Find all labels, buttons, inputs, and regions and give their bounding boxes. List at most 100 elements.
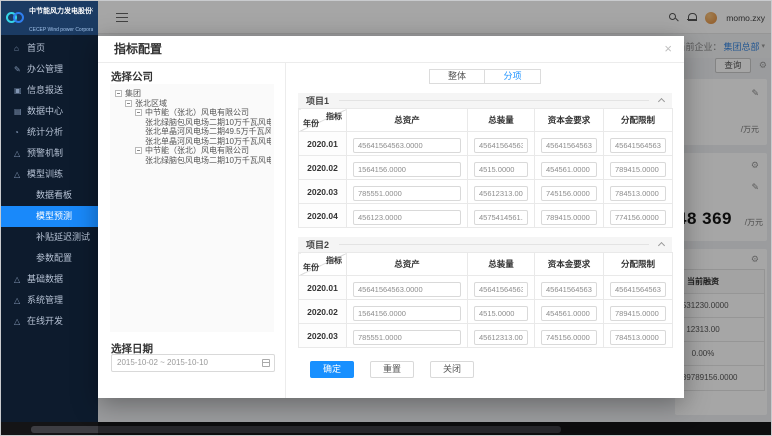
indicator-input[interactable] [353, 209, 461, 225]
sidebar-item-system-mgmt[interactable]: △ 系统管理 [1, 290, 98, 311]
reset-button[interactable]: 重置 [370, 361, 414, 378]
tree-node[interactable]: 集团 [113, 89, 271, 99]
tree-toggle-icon[interactable] [135, 109, 142, 117]
tree-node[interactable]: 张北绿脑包风电场二期10万千瓦风电厂项目 [113, 156, 271, 166]
indicator-input[interactable] [353, 137, 461, 153]
tree-node-label: 张北单晶河风电场二期10万千瓦风电厂项目 [145, 136, 271, 146]
indicator-input[interactable] [474, 281, 528, 297]
indicator-input[interactable] [353, 185, 461, 201]
indicator-input[interactable] [474, 305, 528, 321]
indicator-input[interactable] [541, 329, 597, 345]
indicator-input[interactable] [610, 185, 666, 201]
tree-node[interactable]: 中节能（张北）风电有限公司 [113, 146, 271, 156]
value-cell [534, 131, 604, 156]
indicator-input[interactable] [610, 281, 666, 297]
indicator-input[interactable] [610, 137, 666, 153]
sidebar-item-online-dev[interactable]: △ 在线开发 [1, 311, 98, 332]
value-cell [534, 203, 604, 228]
column-header: 分配限制 [603, 108, 673, 132]
column-header: 总资产 [346, 108, 468, 132]
value-cell [603, 275, 673, 300]
value-cell [603, 323, 673, 348]
indicator-input[interactable] [610, 209, 666, 225]
year-cell: 2020.02 [298, 299, 347, 324]
close-button[interactable]: 关闭 [430, 361, 474, 378]
indicator-input[interactable] [541, 137, 597, 153]
tab-subitem[interactable]: 分项 [485, 69, 541, 84]
sidebar-item-label: 系统管理 [27, 295, 64, 305]
table-row: 2020.01 [298, 131, 673, 156]
indicator-input[interactable] [353, 329, 461, 345]
tree-node[interactable]: 张北单晶河风电场二期49.5万千瓦风电厂项目 [113, 127, 271, 137]
sidebar-item-home[interactable]: ⌂ 首页 [1, 38, 98, 59]
chevron-up-icon[interactable] [657, 241, 666, 250]
sidebar-item-info-report[interactable]: ▣ 信息报送 [1, 80, 98, 101]
indicator-input[interactable] [353, 281, 461, 297]
value-cell [534, 179, 604, 204]
tree-node[interactable]: 张北单晶河风电场二期10万千瓦风电厂项目 [113, 137, 271, 147]
scope-tabs: 整体 分项 [298, 69, 672, 84]
year-cell: 2020.03 [298, 323, 347, 348]
year-cell: 2020.02 [298, 155, 347, 180]
tree-node[interactable]: 中节能（张北）风电有限公司 [113, 108, 271, 118]
sidebar-item-model-train[interactable]: △ 模型训练 [1, 164, 98, 185]
sidebar-item-office[interactable]: ✎ 办公管理 [1, 59, 98, 80]
value-cell [534, 155, 604, 180]
indicator-input[interactable] [353, 161, 461, 177]
sidebar-subitem-param-config[interactable]: 参数配置 [1, 248, 98, 269]
indicator-config-modal: 指标配置 × 选择公司 集团 张北区域 中节能（张北）风电有限公司 张北绿脑包风电场二… [98, 36, 684, 398]
value-cell [467, 299, 535, 324]
indicator-input[interactable] [610, 329, 666, 345]
sidebar-item-label: 基础数据 [27, 274, 64, 284]
tree-node-label: 张北绿脑包风电场二期10万千瓦风电厂项目 [145, 117, 271, 127]
date-range-input[interactable]: 2015-10-02 ~ 2015-10-10 [111, 354, 275, 372]
sidebar-item-data-center[interactable]: ▤ 数据中心 [1, 101, 98, 122]
app-window: 中节能风力发电股份有限公司 CECEP Wind power Corporati… [0, 0, 772, 436]
sidebar-item-stats[interactable]: ◔ 统计分析 [1, 122, 98, 143]
modal-body: 选择公司 集团 张北区域 中节能（张北）风电有限公司 张北绿脑包风电场二期10万千瓦风… [98, 63, 684, 398]
indicator-input[interactable] [541, 305, 597, 321]
indicator-input[interactable] [610, 161, 666, 177]
indicator-input[interactable] [541, 209, 597, 225]
value-cell [346, 299, 468, 324]
indicator-input[interactable] [474, 161, 528, 177]
ok-button[interactable]: 确定 [310, 361, 354, 378]
tree-node[interactable]: 张北绿脑包风电场二期10万千瓦风电厂项目 [113, 118, 271, 128]
indicator-input[interactable] [474, 209, 528, 225]
sidebar-item-alert[interactable]: △ 预警机制 [1, 143, 98, 164]
tab-overall[interactable]: 整体 [429, 69, 485, 84]
indicator-input[interactable] [353, 305, 461, 321]
indicator-input[interactable] [474, 137, 528, 153]
indicator-input[interactable] [541, 281, 597, 297]
alert-icon: △ [14, 149, 21, 158]
close-icon[interactable]: × [664, 42, 672, 55]
tree-toggle-icon[interactable] [135, 147, 142, 155]
office-icon: ✎ [14, 65, 21, 74]
calendar-icon [262, 359, 270, 367]
tree-node-label: 张北单晶河风电场二期49.5万千瓦风电厂项目 [145, 127, 271, 136]
sidebar-item-label: 预警机制 [27, 148, 64, 158]
sidebar-subitem-subsidy-delay-test[interactable]: 补贴延迟测试 [1, 227, 98, 248]
value-cell [346, 275, 468, 300]
section-header-2[interactable]: 项目2 [298, 237, 672, 252]
indicator-input[interactable] [541, 161, 597, 177]
indicator-input[interactable] [474, 185, 528, 201]
indicator-input[interactable] [474, 329, 528, 345]
base-data-icon: △ [14, 275, 21, 284]
value-cell [467, 275, 535, 300]
table-corner-cell: 指标 年份 [298, 108, 347, 132]
indicator-table: 指标年份总资产总装量资本金要求分配限制2020.012020.022020.03… [298, 108, 673, 228]
sidebar-item-label: 办公管理 [27, 64, 64, 74]
section-divider [339, 244, 649, 245]
indicator-input[interactable] [541, 185, 597, 201]
chevron-up-icon[interactable] [657, 97, 666, 106]
tree-toggle-icon[interactable] [125, 99, 132, 107]
section-header-1[interactable]: 项目1 [298, 93, 672, 108]
sidebar-subitem-model-predict[interactable]: 模型预测 [1, 206, 98, 227]
tree-toggle-icon[interactable] [115, 90, 122, 98]
indicator-input[interactable] [610, 305, 666, 321]
tree-node[interactable]: 张北区域 [113, 99, 271, 109]
sidebar-subitem-data-board[interactable]: 数据看板 [1, 185, 98, 206]
sidebar-item-base-data[interactable]: △ 基础数据 [1, 269, 98, 290]
logo[interactable]: 中节能风力发电股份有限公司 CECEP Wind power Corporati… [1, 1, 98, 35]
